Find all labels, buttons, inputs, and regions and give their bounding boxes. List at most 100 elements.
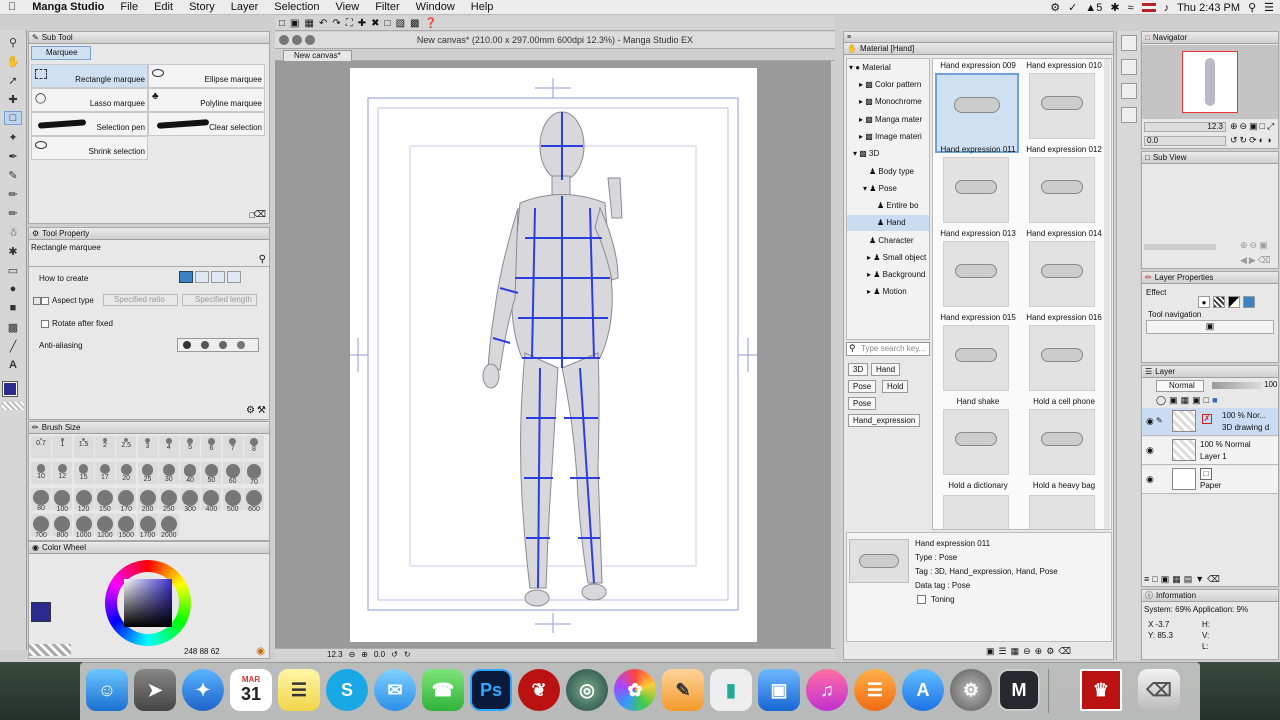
- subtool-selection-pen[interactable]: Selection pen: [31, 112, 148, 136]
- menu-view[interactable]: View: [328, 1, 368, 13]
- tree-hand[interactable]: ♟ Hand: [847, 215, 929, 231]
- subview-zoom-in-icon[interactable]: ⊕: [1240, 240, 1248, 251]
- specified-ratio-option[interactable]: Specified ratio: [103, 294, 178, 306]
- pencil-tool-icon[interactable]: ✏: [4, 187, 22, 201]
- nav-rotate-right-icon[interactable]: ↻: [1240, 135, 1248, 146]
- brush-size-preset[interactable]: 6: [201, 436, 222, 458]
- red-app-icon[interactable]: ❦: [518, 669, 560, 711]
- subview-prev-icon[interactable]: ◀: [1240, 255, 1247, 266]
- gradient-tool-icon[interactable]: ▩: [4, 320, 22, 334]
- create-new-option[interactable]: [179, 271, 193, 283]
- nav-reset-rotation-icon[interactable]: ⟳: [1249, 135, 1257, 146]
- brush-size-preset[interactable]: 25: [137, 462, 158, 484]
- expand-toggle[interactable]: [33, 297, 41, 305]
- list-view-icon[interactable]: ☰: [999, 646, 1007, 657]
- aa-strong-icon[interactable]: [237, 341, 245, 349]
- brush-size-preset[interactable]: 15: [73, 462, 94, 484]
- eye-icon[interactable]: ◉: [1146, 474, 1154, 485]
- trash-dock-icon[interactable]: ⌫: [1138, 669, 1180, 711]
- blend-mode-select[interactable]: Normal: [1156, 380, 1204, 392]
- auto-select-tool-icon[interactable]: ✦: [4, 130, 22, 144]
- tree-body-type[interactable]: ♟ Body type: [869, 167, 914, 176]
- brush-size-preset[interactable]: 4: [158, 436, 179, 458]
- airbrush-tool-icon[interactable]: ☃: [4, 225, 22, 239]
- zoom-tool-icon[interactable]: ⚲: [4, 35, 22, 49]
- new-raster-layer-icon[interactable]: □: [1152, 574, 1157, 586]
- brush-size-preset[interactable]: 30: [158, 462, 179, 484]
- create-intersect-option[interactable]: [227, 271, 241, 283]
- new-file-icon[interactable]: □: [279, 18, 285, 29]
- battery-icon[interactable]: ▲5: [1085, 2, 1102, 14]
- aa-medium-icon[interactable]: [219, 341, 227, 349]
- brush-size-preset[interactable]: 500: [222, 488, 243, 513]
- material-settings-icon[interactable]: ⚙: [1046, 646, 1054, 657]
- nav-zoom-in-icon[interactable]: ⊕: [1230, 121, 1238, 132]
- manga-studio-icon[interactable]: M: [998, 669, 1040, 711]
- brush-size-preset[interactable]: 50: [201, 462, 222, 484]
- save-icon[interactable]: ▦: [305, 18, 314, 29]
- brush-size-preset[interactable]: 1700: [137, 514, 158, 539]
- brush-size-preset[interactable]: 1500: [116, 514, 137, 539]
- main-color-swatch[interactable]: [2, 381, 18, 397]
- document-thumbnail-icon[interactable]: ♛: [1080, 669, 1122, 711]
- thumb-hand-expression-014[interactable]: [1029, 157, 1095, 223]
- game-app-icon[interactable]: ◎: [566, 669, 608, 711]
- panel-icon-1[interactable]: [1120, 35, 1137, 51]
- photos-icon[interactable]: ✿: [614, 669, 656, 711]
- brush-size-preset[interactable]: 1000: [73, 514, 94, 539]
- numbers-icon[interactable]: ▮: [710, 669, 752, 711]
- brush-size-preset[interactable]: 80: [31, 488, 51, 512]
- brush-size-preset[interactable]: 600: [244, 488, 264, 513]
- menu-filter[interactable]: Filter: [367, 1, 407, 13]
- subtool-polyline-marquee[interactable]: ♣ Polyline marquee: [148, 88, 265, 112]
- opacity-value[interactable]: 100: [1264, 380, 1277, 389]
- brush-size-preset[interactable]: 3: [137, 436, 158, 458]
- brush-size-preset[interactable]: 100: [52, 488, 73, 513]
- thumb-hand-expression-015[interactable]: [943, 241, 1009, 307]
- figure-tool-icon[interactable]: ╱: [4, 339, 22, 353]
- specified-length-option[interactable]: Specified length: [182, 294, 257, 306]
- thumb-hand-shake[interactable]: [943, 325, 1009, 391]
- mask-icon[interactable]: □: [1204, 395, 1209, 406]
- launchpad-icon[interactable]: ➤: [134, 669, 176, 711]
- lock-icon[interactable]: ▣: [1192, 395, 1201, 406]
- brush-size-preset[interactable]: 400: [201, 488, 222, 513]
- delete-layer-icon[interactable]: ⌫: [1207, 574, 1220, 586]
- tag-3d[interactable]: 3D: [848, 363, 869, 376]
- pen-tool-icon[interactable]: ✎: [4, 168, 22, 182]
- brush-size-preset[interactable]: 60: [222, 462, 243, 485]
- fill-icon[interactable]: ▧: [396, 18, 405, 29]
- crop-icon[interactable]: ✖: [371, 18, 379, 29]
- nav-flip-h-icon[interactable]: ◐: [1259, 135, 1264, 146]
- brush-size-preset[interactable]: 5: [180, 436, 201, 458]
- draft-icon[interactable]: ▦: [1181, 395, 1190, 406]
- tree-motion[interactable]: ▸ ♟ Motion: [867, 287, 907, 296]
- messages-icon[interactable]: ✉: [374, 669, 416, 711]
- tree-character[interactable]: ♟ Character: [869, 236, 914, 245]
- create-subtract-option[interactable]: [211, 271, 225, 283]
- brush-size-preset[interactable]: 2: [94, 436, 115, 458]
- safari-icon[interactable]: ✦: [182, 669, 224, 711]
- fill-tool-icon[interactable]: ■: [4, 301, 22, 315]
- check-icon[interactable]: ✓: [1068, 1, 1077, 14]
- material-search-input[interactable]: Type search key...: [846, 342, 930, 356]
- thumb-next-1[interactable]: [943, 495, 1009, 529]
- thumb-hand-expression-011[interactable]: [935, 73, 1019, 153]
- subview-trash-icon[interactable]: ⌫: [1258, 255, 1271, 266]
- eye-icon[interactable]: ◉: [1146, 445, 1154, 456]
- opacity-slider[interactable]: [1212, 382, 1262, 389]
- facetime-icon[interactable]: ☎: [422, 669, 464, 711]
- settings-icon[interactable]: ⚙: [246, 405, 255, 416]
- new-vector-layer-icon[interactable]: ▣: [1161, 574, 1170, 586]
- keynote-icon[interactable]: ▣: [758, 669, 800, 711]
- menu-window[interactable]: Window: [408, 1, 463, 13]
- zoom-in-icon[interactable]: ⊕: [361, 650, 368, 659]
- eraser-tool-icon[interactable]: ▭: [4, 263, 22, 277]
- transform-icon[interactable]: ⛶: [346, 18, 353, 29]
- thumb-next-2[interactable]: [1029, 495, 1095, 529]
- tab-new-canvas[interactable]: New canvas*: [283, 50, 352, 61]
- menu-help[interactable]: Help: [463, 1, 502, 13]
- material-trash-icon[interactable]: ⌫: [1058, 646, 1071, 657]
- navigator-zoom-slider[interactable]: 12.3: [1144, 122, 1226, 132]
- subview-fit-icon[interactable]: ▣: [1259, 240, 1268, 251]
